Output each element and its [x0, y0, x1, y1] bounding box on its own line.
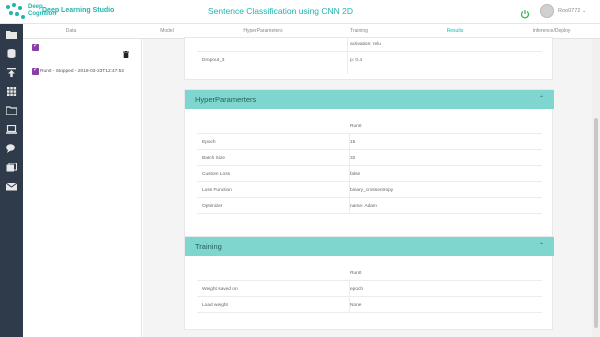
table-row: Batch Size 32: [197, 150, 542, 166]
table-row: Custom Loss false: [197, 166, 542, 182]
chevron-down-icon[interactable]: ⌄: [582, 8, 586, 14]
folder-icon[interactable]: [6, 30, 17, 39]
run-item-label[interactable]: Run0 - Stopped - 2018-03-23T12:47:52: [40, 69, 124, 74]
chevron-up-icon[interactable]: ⌃: [539, 242, 544, 249]
scrollbar-thumb[interactable]: [594, 118, 598, 328]
table-row: Epoch 15: [197, 134, 542, 150]
power-icon[interactable]: [520, 6, 530, 19]
table-row: activation: relu: [197, 40, 542, 52]
icon-sidebar: [0, 24, 23, 337]
table-header-row: Run0: [197, 118, 542, 134]
table-row: Weight saved on epoch: [197, 281, 542, 297]
gallery-icon[interactable]: [6, 163, 17, 172]
card-title: HyperParamerters: [195, 95, 257, 104]
upload-icon[interactable]: [6, 68, 17, 77]
results-content: activation: relu Dropout_3 p: 0.4 HyperP…: [143, 37, 600, 337]
page-title: Sentence Classification using CNN 2D: [208, 6, 354, 16]
laptop-icon[interactable]: [6, 125, 17, 134]
runs-panel: Run0 - Stopped - 2018-03-23T12:47:52: [23, 39, 142, 337]
avatar[interactable]: [540, 4, 554, 18]
table-row: Loss Function binary_crossentropy: [197, 182, 542, 198]
hyperparameters-card-header[interactable]: HyperParamerters ⌃: [185, 90, 554, 109]
training-card-header[interactable]: Training ⌃: [185, 237, 554, 256]
model-layers-card: activation: relu Dropout_3 p: 0.4: [184, 37, 553, 80]
card-title: Training: [195, 242, 222, 251]
table-row: Optimizer name: Adam: [197, 198, 542, 214]
run-checkbox[interactable]: [32, 66, 39, 75]
folder-open-icon[interactable]: [6, 106, 17, 115]
grid-icon[interactable]: [6, 87, 17, 96]
trash-icon[interactable]: [123, 45, 129, 58]
chevron-up-icon[interactable]: ⌃: [539, 95, 544, 102]
database-icon[interactable]: [6, 49, 17, 58]
brand-name: Deep Learning Studio: [42, 7, 115, 14]
table-header-row: Run0: [197, 265, 542, 281]
table-row: Dropout_3 p: 0.4: [202, 58, 363, 63]
table-row: Load weight None: [197, 297, 542, 313]
chat-icon[interactable]: [6, 144, 17, 153]
training-card: Training ⌃ Run0 Weight saved on epoch Lo…: [184, 236, 554, 330]
top-header: Deep Cognition Deep Learning Studio Sente…: [0, 0, 600, 24]
deep-cognition-logo[interactable]: Deep Cognition: [4, 2, 56, 22]
mail-icon[interactable]: [6, 182, 17, 191]
select-all-checkbox[interactable]: [32, 42, 39, 51]
username[interactable]: Roo0772: [558, 8, 580, 14]
tab-data[interactable]: Data: [23, 24, 119, 39]
